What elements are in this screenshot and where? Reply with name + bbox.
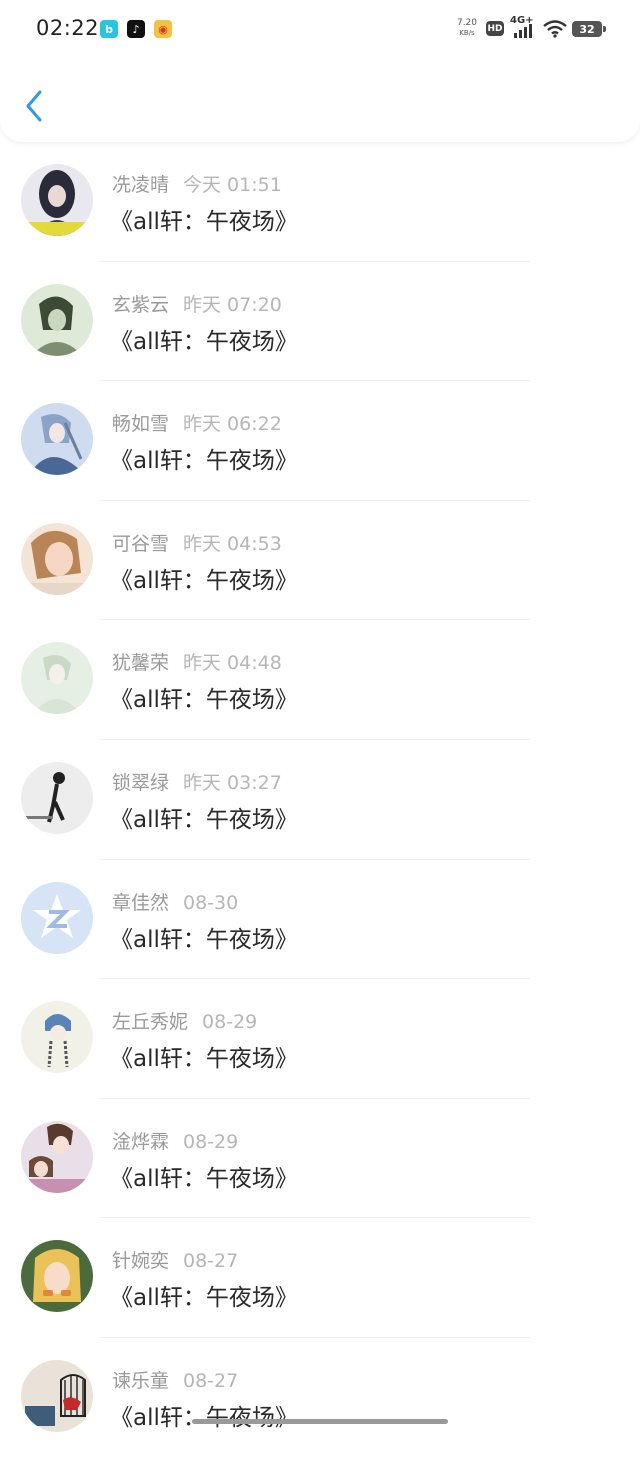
avatar[interactable] xyxy=(21,283,93,356)
chevron-left-icon xyxy=(26,90,42,122)
sender-name: 可谷雪 xyxy=(112,532,170,555)
avatar[interactable] xyxy=(21,1359,93,1432)
message-text: 《all轩：午夜场》 xyxy=(110,209,298,235)
sender-name: 章佳然 xyxy=(112,891,170,914)
message-time: 08-27 xyxy=(183,1250,239,1273)
sender-name: 谏乐童 xyxy=(112,1369,170,1392)
wifi-icon xyxy=(543,20,567,38)
message-meta: 针婉奕 08-27 xyxy=(112,1246,238,1273)
sender-name: 冼凌晴 xyxy=(112,174,170,196)
message-time: 昨天 03:27 xyxy=(183,771,282,794)
hd-badge: HD xyxy=(486,21,504,36)
message-meta: 犹馨荣 昨天 04:48 xyxy=(112,648,282,675)
message-time: 08-29 xyxy=(202,1011,258,1034)
sender-name: 玄紫云 xyxy=(112,293,170,316)
sender-name: 淦烨霖 xyxy=(112,1130,170,1153)
message-meta: 锁翠绿 昨天 03:27 xyxy=(112,768,282,795)
message-text: 《all轩：午夜场》 xyxy=(110,567,298,594)
message-time: 昨天 04:48 xyxy=(183,652,282,675)
back-button[interactable] xyxy=(20,86,52,126)
list-item[interactable]: 淦烨霖 08-29 《all轩：午夜场》 xyxy=(0,1099,640,1219)
message-text: 《all轩：午夜场》 xyxy=(110,1285,298,1312)
list-item[interactable]: 玄紫云 昨天 07:20 《all轩：午夜场》 xyxy=(0,262,640,382)
weibo-app-icon: ◉ xyxy=(154,20,172,38)
avatar[interactable] xyxy=(21,642,93,715)
avatar[interactable] xyxy=(21,1120,93,1193)
message-time: 今天 01:51 xyxy=(183,174,282,196)
bilibili-app-icon: b xyxy=(100,20,118,38)
list-item[interactable]: 谏乐童 08-27 《all轩：午夜场》 xyxy=(0,1338,640,1458)
message-time: 08-27 xyxy=(183,1369,239,1392)
message-time: 08-30 xyxy=(183,891,239,914)
status-bar: 02:22 b ♪ ◉ 7.20 KB/s HD 4G+ 32 xyxy=(0,0,640,60)
net-speed-unit: KB/s xyxy=(459,29,475,37)
sender-name: 针婉奕 xyxy=(112,1250,170,1273)
message-meta: 谏乐童 08-27 xyxy=(112,1366,238,1393)
avatar[interactable] xyxy=(21,164,93,236)
sender-name: 犹馨荣 xyxy=(112,652,170,675)
sender-name: 左丘秀妮 xyxy=(112,1011,189,1034)
list-item[interactable]: 犹馨荣 昨天 04:48 《all轩：午夜场》 xyxy=(0,620,640,740)
avatar[interactable] xyxy=(21,403,93,476)
cell-signal-icon: 4G+ xyxy=(510,15,538,39)
avatar[interactable] xyxy=(21,761,93,834)
message-meta: 淦烨霖 08-29 xyxy=(112,1127,238,1154)
status-time: 02:22 xyxy=(36,16,100,40)
sender-name: 锁翠绿 xyxy=(112,771,170,794)
message-meta: 玄紫云 昨天 07:20 xyxy=(112,290,282,317)
avatar[interactable] xyxy=(21,1240,93,1313)
list-item[interactable]: 可谷雪 昨天 04:53 《all轩：午夜场》 xyxy=(0,501,640,621)
message-list: 冼凌晴 今天 01:51 《all轩：午夜场》 玄紫云 昨天 07:20 《all轩… xyxy=(0,142,640,1458)
net-speed-value: 7.20 xyxy=(456,18,478,28)
list-item[interactable]: 左丘秀妮 08-29 《all轩：午夜场》 xyxy=(0,979,640,1099)
sender-name: 畅如雪 xyxy=(112,413,170,436)
message-text: 《all轩：午夜场》 xyxy=(110,926,298,953)
battery-icon: 32 xyxy=(572,21,606,37)
message-meta: 畅如雪 昨天 06:22 xyxy=(112,409,282,436)
message-text: 《all轩：午夜场》 xyxy=(110,448,298,475)
list-item[interactable]: 章佳然 08-30 《all轩：午夜场》 xyxy=(0,860,640,980)
list-item[interactable]: 针婉奕 08-27 《all轩：午夜场》 xyxy=(0,1218,640,1338)
message-meta: 可谷雪 昨天 04:53 xyxy=(112,529,282,556)
list-item[interactable]: 锁翠绿 昨天 03:27 《all轩：午夜场》 xyxy=(0,740,640,860)
message-text: 《all轩：午夜场》 xyxy=(110,687,298,714)
net-speed: 7.20 KB/s xyxy=(455,18,479,38)
message-time: 昨天 04:53 xyxy=(183,532,282,555)
message-meta: 左丘秀妮 08-29 xyxy=(112,1007,257,1034)
message-text: 《all轩：午夜场》 xyxy=(110,328,298,355)
message-time: 昨天 06:22 xyxy=(183,413,282,436)
home-indicator[interactable] xyxy=(192,1419,448,1424)
tiktok-app-icon: ♪ xyxy=(127,20,145,38)
message-meta: 冼凌晴 今天 01:51 xyxy=(112,170,282,197)
top-bar: 02:22 b ♪ ◉ 7.20 KB/s HD 4G+ 32 xyxy=(0,0,640,142)
list-item[interactable]: 冼凌晴 今天 01:51 《all轩：午夜场》 xyxy=(0,142,640,262)
message-text: 《all轩：午夜场》 xyxy=(110,1046,298,1073)
message-text: 《all轩：午夜场》 xyxy=(110,1165,298,1192)
message-time: 08-29 xyxy=(183,1130,239,1153)
message-text: 《all轩：午夜场》 xyxy=(110,806,298,833)
avatar[interactable] xyxy=(21,1001,93,1074)
message-meta: 章佳然 08-30 xyxy=(112,888,238,915)
avatar[interactable] xyxy=(21,881,93,954)
avatar[interactable] xyxy=(21,522,93,595)
list-item[interactable]: 畅如雪 昨天 06:22 《all轩：午夜场》 xyxy=(0,381,640,501)
message-time: 昨天 07:20 xyxy=(183,293,282,316)
